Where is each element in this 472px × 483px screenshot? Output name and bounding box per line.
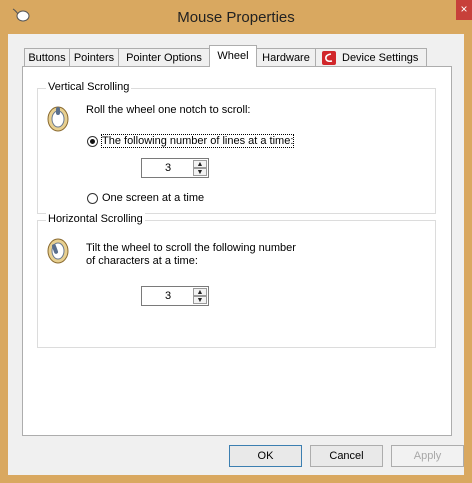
wheel-tab-panel: Vertical Scrolling Roll the wheel one no… [22,66,452,436]
button-bar: OK Cancel Apply [8,436,464,475]
lines-spinner-buttons: ▲ ▼ [193,160,207,176]
tilt-wheel-icon [47,238,69,264]
lines-value[interactable]: 3 [142,159,194,177]
lines-down-arrow-icon[interactable]: ▼ [193,168,207,176]
chars-spinner[interactable]: 3 ▲ ▼ [141,286,209,306]
tab-wheel[interactable]: Wheel [209,45,257,67]
vertical-scrolling-title: Vertical Scrolling [46,81,132,93]
vertical-instruction: Roll the wheel one notch to scroll: [86,104,251,116]
window-title: Mouse Properties [177,9,295,26]
tab-device-settings-label: Device Settings [342,52,419,64]
one-screen-radio[interactable] [87,193,98,204]
horizontal-instruction-line2: of characters at a time: [86,255,198,267]
tab-pointers[interactable]: Pointers [69,48,119,66]
horizontal-instruction-line1: Tilt the wheel to scroll the following n… [86,242,296,254]
apply-button[interactable]: Apply [391,445,464,467]
tab-pointer-options[interactable]: Pointer Options [118,48,210,66]
chars-up-arrow-icon[interactable]: ▲ [193,288,207,296]
tab-hardware[interactable]: Hardware [256,48,316,66]
cancel-button[interactable]: Cancel [310,445,383,467]
title-bar[interactable]: Mouse Properties × [0,0,472,34]
horizontal-scrolling-group: Horizontal Scrolling Tilt the wheel to s… [37,213,436,348]
tab-buttons[interactable]: Buttons [24,48,70,66]
chars-down-arrow-icon[interactable]: ▼ [193,296,207,304]
vertical-scrolling-group: Vertical Scrolling Roll the wheel one no… [37,81,436,214]
synaptics-icon [322,51,336,65]
chars-spinner-buttons: ▲ ▼ [193,288,207,304]
chars-value[interactable]: 3 [142,287,194,305]
lines-radio-label[interactable]: The following number of lines at a time: [100,134,295,148]
tab-device-settings[interactable]: Device Settings [315,48,427,66]
close-button[interactable]: × [456,0,472,20]
ok-button[interactable]: OK [229,445,302,467]
mouse-properties-window: Mouse Properties × Buttons Pointers Poin… [0,0,472,483]
horizontal-scrolling-title: Horizontal Scrolling [46,213,145,225]
lines-up-arrow-icon[interactable]: ▲ [193,160,207,168]
wheel-icon [47,106,69,132]
lines-radio[interactable] [87,136,98,147]
one-screen-radio-label[interactable]: One screen at a time [102,192,204,204]
lines-spinner[interactable]: 3 ▲ ▼ [141,158,209,178]
